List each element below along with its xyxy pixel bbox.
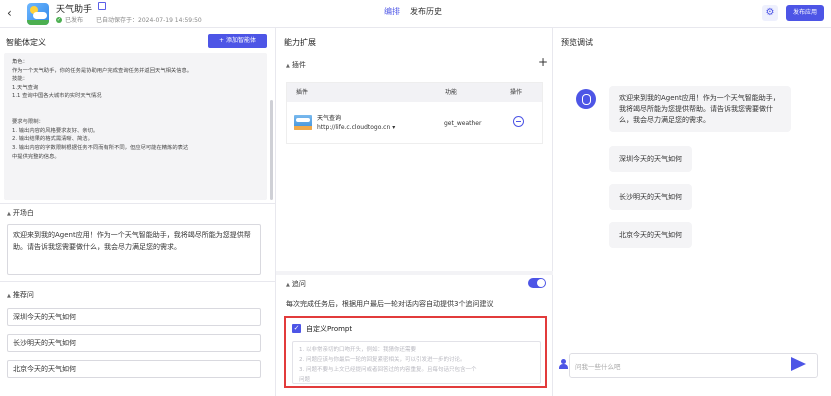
- column-header: 插件: [296, 89, 309, 96]
- divider: [0, 203, 275, 204]
- add-agent-button[interactable]: + 添加智能体: [208, 34, 267, 48]
- bot-avatar-icon: [576, 89, 596, 109]
- followup-section-title[interactable]: ▲ 追问: [286, 279, 306, 289]
- prompt-line: 中提供完整的信息。: [12, 153, 60, 160]
- opening-text-field[interactable]: 欢迎来到我的Agent应用！作为一个天气智能助手，我将竭尽所能为您提供帮助。请告…: [7, 224, 261, 275]
- prompt-line: 1.1 查询中国各大城市的实时天气情况: [12, 93, 102, 100]
- autosave-text: 已自动保存于：2024-07-19 14:59:50: [96, 17, 202, 24]
- agent-prompt-editor[interactable]: 角色： 作为一个天气助手，你的任务是协助用户完成查询任务并返回天气相关信息。 技…: [4, 53, 267, 200]
- chevron-left-icon[interactable]: ‹: [7, 6, 12, 20]
- plugin-table-header: 插件 功能 操作: [287, 83, 542, 102]
- prompt-line: 要求与限制：: [12, 119, 44, 126]
- placeholder-line: 3. 问题不要与上文已经提问或者回答过的内容重复。且每句话只包含一个: [299, 367, 477, 373]
- send-icon[interactable]: [791, 357, 806, 371]
- opening-title-label: 开场白: [12, 209, 34, 217]
- center-tabs: 编排 发布历史: [384, 6, 442, 17]
- plugin-title-label: 插件: [291, 61, 306, 69]
- user-icon: [559, 359, 568, 369]
- recommend-question-input[interactable]: 长沙明天的天气如何: [7, 334, 261, 352]
- column-header: 功能: [445, 89, 458, 96]
- bot-message: 欢迎来到我的Agent应用！作为一个天气智能助手，我将竭尽所能为您提供帮助。请告…: [609, 86, 791, 132]
- chat-input-placeholder: 问我一些什么吧: [575, 363, 621, 371]
- followup-toggle[interactable]: [528, 278, 546, 288]
- prompt-line: [12, 101, 259, 110]
- plugin-function: get_weather: [444, 120, 482, 127]
- tab-orchestrate[interactable]: 编排: [384, 6, 400, 17]
- agent-definition-panel: 智能体定义 + 添加智能体 角色： 作为一个天气助手，你的任务是协助用户完成查询…: [0, 28, 276, 396]
- custom-prompt-highlight: ✓ 自定义Prompt 1. 以非常亲切的口吻开头，例如：我猜你还需要 2. 问…: [284, 316, 547, 388]
- column-header: 操作: [510, 89, 523, 96]
- opening-section-title[interactable]: ▲ 开场白: [7, 208, 34, 218]
- suggestion-chip[interactable]: 长沙明天的天气如何: [609, 184, 692, 210]
- followup-title-label: 追问: [291, 280, 306, 288]
- plus-icon[interactable]: +: [538, 55, 548, 69]
- app-weather-icon: [27, 3, 49, 25]
- placeholder-line: 2. 问题应该与你最后一轮的回复紧密相关，可以引发进一步的讨论。: [299, 357, 466, 363]
- section-title-agent-definition: 智能体定义: [6, 38, 46, 47]
- prompt-line: 技能：: [12, 76, 28, 83]
- custom-prompt-label: 自定义Prompt: [306, 325, 353, 333]
- top-header: ‹ 天气助手 ✓ 已发布 已自动保存于：2024-07-19 14:59:50 …: [0, 0, 831, 28]
- placeholder-line: 1. 以非常亲切的口吻开头，例如：我猜你还需要: [299, 347, 416, 353]
- section-title-capability: 能力扩展: [284, 38, 316, 47]
- recommend-title-label: 推荐问: [12, 291, 34, 299]
- recommend-question-input[interactable]: 深圳今天的天气如何: [7, 308, 261, 326]
- prompt-line: 1.天气查询: [12, 84, 39, 91]
- publish-button[interactable]: 发布应用: [786, 5, 824, 21]
- custom-prompt-checkbox[interactable]: ✓: [292, 324, 301, 333]
- scrollbar[interactable]: [270, 100, 273, 200]
- prompt-line: [12, 110, 259, 119]
- status-row: ✓ 已发布 已自动保存于：2024-07-19 14:59:50: [56, 15, 202, 24]
- prompt-line: 作为一个天气助手，你的任务是协助用户完成查询任务并返回天气相关信息。: [12, 67, 193, 74]
- plugin-section-title[interactable]: ▲ 插件: [286, 60, 306, 70]
- divider: [0, 281, 275, 282]
- suggestion-chip[interactable]: 深圳今天的天气如何: [609, 146, 692, 172]
- prompt-line: 2. 输出结果的格式需清晰、简洁。: [12, 136, 93, 143]
- app-name: 天气助手: [56, 5, 93, 15]
- capability-panel: 能力扩展 ▲ 插件 + 插件 功能 操作 天气查询 http://life.c.c…: [276, 28, 553, 396]
- recommend-section-title[interactable]: ▲ 推荐问: [7, 290, 34, 300]
- section-title-preview: 预览调试: [561, 38, 593, 47]
- tab-publish-history[interactable]: 发布历史: [410, 6, 442, 17]
- caret-up-icon: ▲: [7, 211, 11, 217]
- caret-up-icon: ▲: [286, 63, 290, 69]
- followup-description: 每次完成任务后，根据用户最后一轮对话内容自动提供3个追问建议: [286, 300, 494, 308]
- preview-panel: 预览调试 欢迎来到我的Agent应用！作为一个天气智能助手，我将竭尽所能为您提供…: [553, 28, 831, 396]
- caret-up-icon: ▲: [7, 293, 11, 299]
- prompt-line: 3. 输出内容的字数限制根据任务不同而有所不同，但应尽可能在精炼的表达: [12, 144, 189, 151]
- plugin-name: 天气查询: [317, 115, 342, 122]
- divider: [276, 271, 553, 275]
- custom-prompt-textarea[interactable]: 1. 以非常亲切的口吻开头，例如：我猜你还需要 2. 问题应该与你最后一轮的回复…: [292, 341, 541, 384]
- remove-circle-icon[interactable]: [513, 116, 524, 127]
- plugin-url-select[interactable]: http://life.c.cloudtogo.cn ▾: [317, 124, 395, 131]
- suggestion-chip[interactable]: 北京今天的天气如何: [609, 222, 692, 248]
- gear-icon[interactable]: ⚙: [762, 5, 778, 21]
- placeholder-line: 问题: [299, 377, 311, 383]
- recommend-question-input[interactable]: 北京今天的天气如何: [7, 360, 261, 378]
- plugin-thumbnail-icon: [294, 115, 312, 130]
- check-circle-icon: ✓: [56, 16, 62, 23]
- table-row: 天气查询 http://life.c.cloudtogo.cn ▾ get_we…: [287, 102, 542, 144]
- caret-up-icon: ▲: [286, 282, 290, 288]
- plugin-table: 插件 功能 操作 天气查询 http://life.c.cloudtogo.cn…: [286, 82, 543, 144]
- prompt-line: 角色：: [12, 59, 28, 65]
- publish-status: 已发布: [65, 17, 84, 24]
- edit-icon[interactable]: [98, 2, 106, 10]
- prompt-line: 1. 输出内容的风格要求友好、亲切。: [12, 127, 99, 134]
